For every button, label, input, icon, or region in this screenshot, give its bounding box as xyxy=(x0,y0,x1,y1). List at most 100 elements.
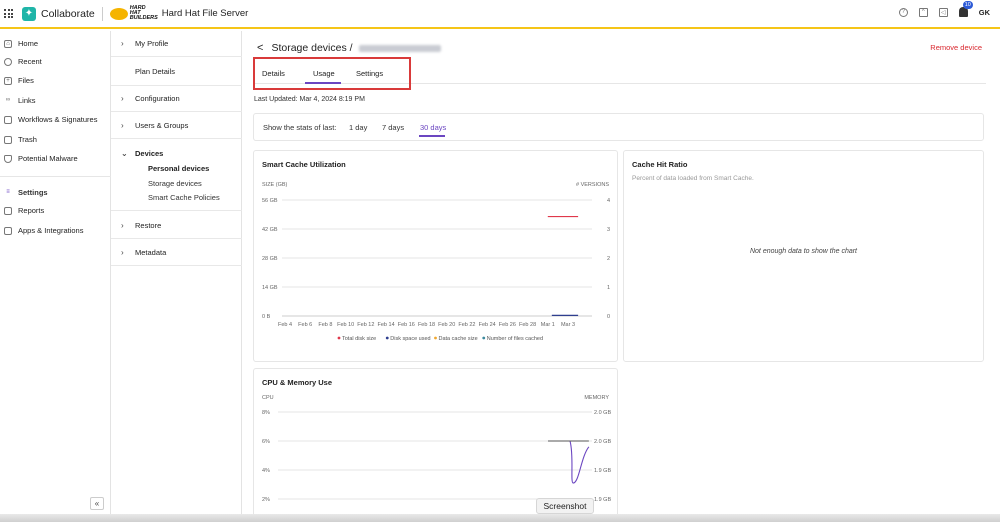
graduation-cap-icon[interactable]: ^ xyxy=(918,7,928,17)
hard-hat-logo-icon xyxy=(109,7,128,20)
chevron-right-icon: › xyxy=(121,221,124,230)
left-nav: ⌂ Home Recent + Files ∞ Links Workflows & S… xyxy=(0,31,111,522)
legend-marker xyxy=(482,336,486,340)
tab-usage[interactable]: Usage xyxy=(313,69,335,78)
stats-option-7-days[interactable]: 7 days xyxy=(382,123,404,132)
y2-tick-label: 2.0 GB xyxy=(594,410,611,416)
legend-marker xyxy=(337,336,341,340)
y2-tick-label: 1.9 GB xyxy=(594,468,611,474)
y-tick-label: 28 GB xyxy=(262,256,278,262)
y2-tick-label: 2.0 GB xyxy=(594,439,611,445)
x-tick-label: Feb 22 xyxy=(458,322,475,328)
screenshot-label[interactable]: Screenshot xyxy=(536,498,594,514)
home-icon: ⌂ xyxy=(4,39,12,48)
report-icon xyxy=(4,206,12,215)
settings-subitem-personal-devices[interactable]: Personal devices xyxy=(148,164,209,173)
brand-text: HARD HAT BUILDERS xyxy=(129,5,158,21)
tab-details[interactable]: Details xyxy=(262,69,285,78)
top-right-actions: ? ^ ◁ 10 GK xyxy=(898,1,990,17)
x-tick-label: Feb 18 xyxy=(418,322,435,328)
y2-axis-label: # VERSIONS xyxy=(576,182,609,188)
y2-tick-label: 0 xyxy=(607,314,610,320)
y2-axis-label: MEMORY xyxy=(584,395,609,401)
top-bar: ✦ Collaborate HARD HAT BUILDERS Hard Hat… xyxy=(0,0,1000,29)
x-tick-label: Feb 24 xyxy=(479,322,496,328)
nav-item-recent[interactable]: Recent xyxy=(4,57,42,66)
nav-item-reports[interactable]: Reports xyxy=(4,206,44,215)
y2-tick-label: 1.9 GB xyxy=(594,497,611,503)
nav-item-files[interactable]: + Files xyxy=(4,76,34,85)
y-tick-label: 42 GB xyxy=(262,227,278,233)
settings-subitem-smart-cache-policies[interactable]: Smart Cache Policies xyxy=(148,193,220,202)
settings-subitem-storage-devices[interactable]: Storage devices xyxy=(148,179,202,188)
settings-item-metadata[interactable]: › Metadata xyxy=(121,248,166,257)
settings-item-my-profile[interactable]: › My Profile xyxy=(121,39,168,48)
workflow-icon xyxy=(4,115,12,124)
settings-divider xyxy=(111,138,242,139)
legend-entry: Total disk size xyxy=(342,336,376,342)
series-line xyxy=(548,440,590,484)
settings-item-plan-details[interactable]: Plan Details xyxy=(135,67,175,76)
nav-item-home[interactable]: ⌂ Home xyxy=(4,39,38,48)
nav-item-workflows[interactable]: Workflows & Signatures xyxy=(4,115,97,124)
nav-item-settings[interactable]: ≡ Settings xyxy=(4,188,47,197)
cache-hit-title: Cache Hit Ratio xyxy=(632,160,688,169)
chevron-down-icon: ⌄ xyxy=(121,149,128,158)
nav-item-apps-integrations[interactable]: Apps & Integrations xyxy=(4,226,83,235)
legend-marker xyxy=(385,336,389,340)
settings-item-configuration[interactable]: › Configuration xyxy=(121,94,180,103)
chart-title: Smart Cache Utilization xyxy=(262,160,346,169)
server-name[interactable]: Hard Hat File Server xyxy=(162,8,249,19)
megaphone-icon[interactable]: ◁ xyxy=(938,7,948,17)
x-tick-label: Feb 12 xyxy=(357,322,374,328)
nav-item-potential-malware[interactable]: Potential Malware xyxy=(4,154,78,163)
settings-divider xyxy=(111,265,242,266)
bell-icon[interactable]: 10 xyxy=(958,1,973,17)
back-arrow-icon[interactable]: < xyxy=(257,42,263,54)
cache-hit-ratio-card: Cache Hit Ratio Percent of data loaded f… xyxy=(623,150,984,362)
device-name-redacted xyxy=(358,44,441,52)
chevron-right-icon: › xyxy=(121,94,124,103)
chevron-right-icon: › xyxy=(121,248,124,257)
chart-title: CPU & Memory Use xyxy=(262,378,333,387)
y-tick-label: 2% xyxy=(262,497,270,503)
notification-badge: 10 xyxy=(962,1,973,9)
x-tick-label: Mar 1 xyxy=(541,322,555,328)
nav-item-trash[interactable]: Trash xyxy=(4,135,37,144)
settings-item-devices[interactable]: ⌄ Devices xyxy=(121,149,163,158)
main-content: < Storage devices / Remove device Detail… xyxy=(243,31,1000,522)
x-tick-label: Feb 14 xyxy=(378,322,395,328)
remove-device-button[interactable]: Remove device xyxy=(930,43,982,52)
smart-cache-utilization-chart: SIZE (GB) # VERSIONS 0 B 0 14 GB 1 28 GB 2 42 GB… xyxy=(262,182,610,342)
active-range-indicator xyxy=(419,135,445,137)
legend-entry: Number of files cached xyxy=(487,336,543,342)
cache-hit-subtitle: Percent of data loaded from Smart Cache. xyxy=(632,175,754,182)
shield-icon xyxy=(4,154,12,163)
help-icon[interactable]: ? xyxy=(898,7,908,17)
page-title: Storage devices / xyxy=(271,42,353,54)
stats-option-30-days[interactable]: 30 days xyxy=(420,123,446,132)
app-grid-icon[interactable] xyxy=(4,9,13,18)
active-tab-indicator xyxy=(305,82,341,84)
file-icon: + xyxy=(4,76,12,85)
collapse-sidebar-button[interactable]: « xyxy=(90,497,104,510)
trash-icon xyxy=(4,135,12,144)
nav-divider xyxy=(0,176,111,177)
y-tick-label: 56 GB xyxy=(262,198,278,204)
app-name: Collaborate xyxy=(41,7,95,20)
nav-item-links[interactable]: ∞ Links xyxy=(4,96,36,105)
settings-item-users-groups[interactable]: › Users & Groups xyxy=(121,121,188,130)
tab-settings[interactable]: Settings xyxy=(356,69,383,78)
smart-cache-utilization-card: Smart Cache Utilization SIZE (GB) # VERSI… xyxy=(253,150,618,362)
stats-range-label: Show the stats of last: xyxy=(263,123,337,132)
settings-divider xyxy=(111,85,242,86)
stats-option-1-day[interactable]: 1 day xyxy=(349,123,367,132)
legend-entry: Disk space used xyxy=(390,336,430,342)
settings-divider xyxy=(111,56,242,57)
legend-entry: Data cache size xyxy=(439,336,478,342)
x-tick-label: Feb 6 xyxy=(298,322,312,328)
y2-tick-label: 3 xyxy=(607,227,610,233)
settings-nav: › My Profile Plan Details › Configuration … xyxy=(111,31,242,522)
avatar[interactable]: GK xyxy=(979,8,990,17)
settings-item-restore[interactable]: › Restore xyxy=(121,221,161,230)
